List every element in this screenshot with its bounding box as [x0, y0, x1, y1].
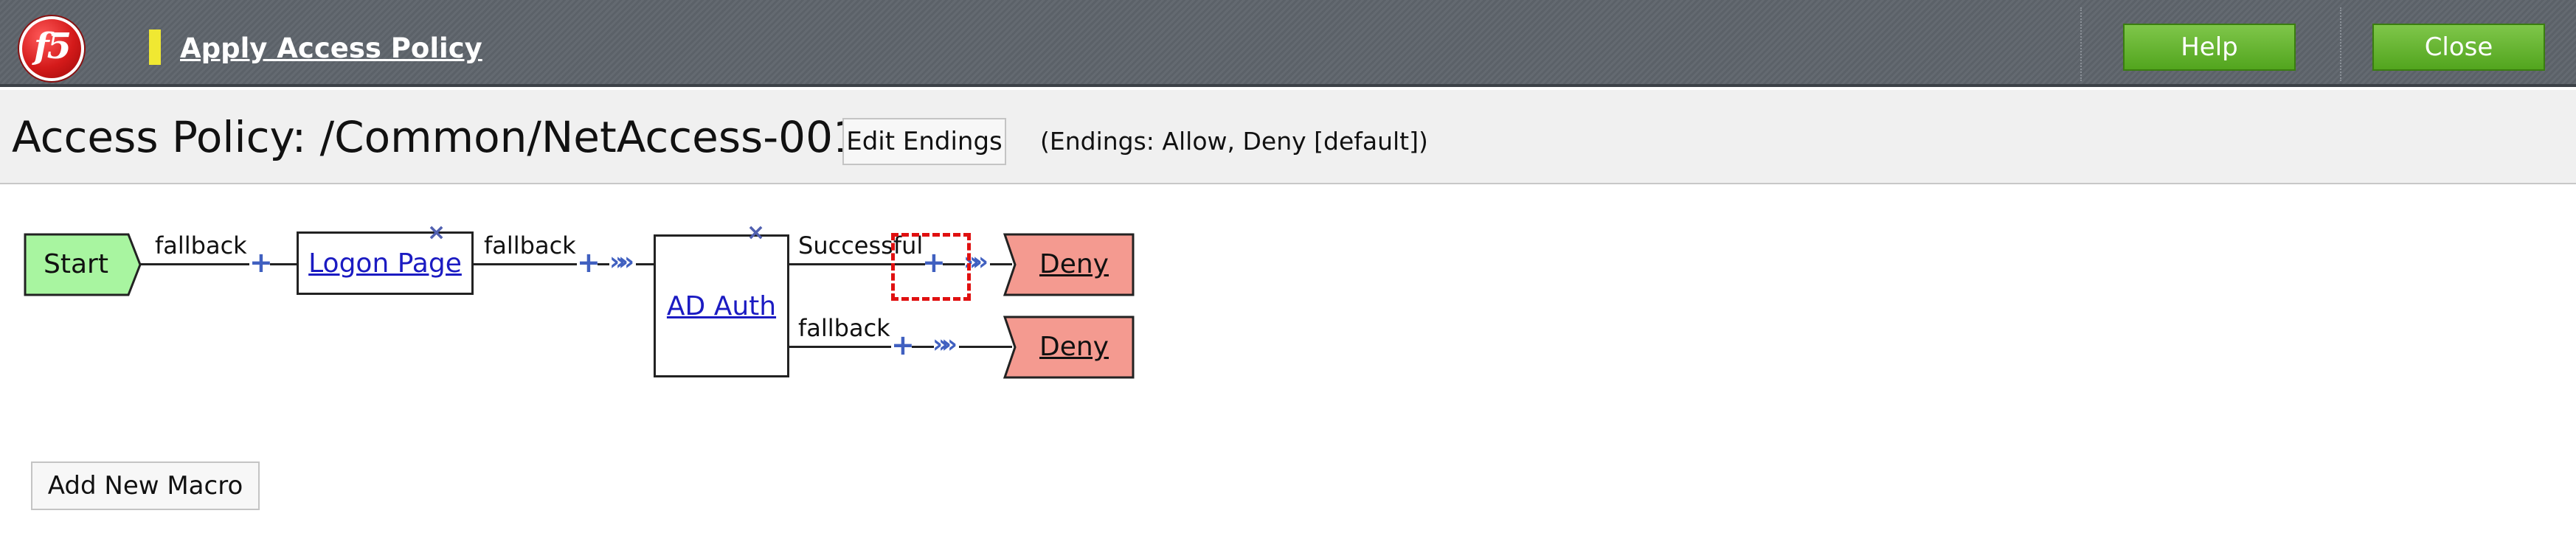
edit-endings-button[interactable]: Edit Endings: [842, 118, 1006, 165]
logo-text: f5: [33, 26, 72, 67]
add-item-icon[interactable]: +: [577, 248, 600, 276]
goto-arrow-icon: »»: [609, 247, 634, 276]
delete-icon[interactable]: ×: [427, 222, 446, 244]
add-item-icon[interactable]: +: [249, 248, 273, 276]
help-button[interactable]: Help: [2123, 24, 2296, 71]
f5-logo: f5: [19, 16, 84, 81]
logon-page-link[interactable]: Logon Page: [308, 248, 462, 279]
apply-access-policy-link[interactable]: Apply Access Policy: [180, 32, 482, 64]
ad-auth-node: AD Auth: [654, 234, 789, 377]
add-item-icon[interactable]: +: [891, 331, 915, 359]
top-bar: f5 Apply Access Policy Help Close: [0, 0, 2576, 87]
connector-line: [140, 263, 249, 265]
connector-line: [789, 346, 891, 348]
page-title: Access Policy: /Common/NetAccess-001: [12, 112, 860, 162]
divider: [2340, 7, 2341, 81]
logon-page-node: Logon Page: [297, 231, 474, 295]
deny-ending-link[interactable]: Deny: [1015, 332, 1133, 362]
close-button[interactable]: Close: [2372, 24, 2545, 71]
endings-note: (Endings: Allow, Deny [default]): [1040, 127, 1428, 156]
connector-line: [912, 346, 934, 348]
highlight-box: [891, 233, 971, 301]
deny-ending-link[interactable]: Deny: [1015, 249, 1133, 279]
connector-line: [270, 263, 298, 265]
connector-line: [598, 263, 609, 265]
start-label: Start: [44, 249, 108, 279]
delete-icon[interactable]: ×: [747, 222, 765, 244]
ad-auth-link[interactable]: AD Auth: [667, 291, 776, 321]
connector-line: [474, 263, 577, 265]
connector-line: [636, 263, 655, 265]
add-new-macro-button[interactable]: Add New Macro: [31, 461, 260, 510]
title-marker: [149, 29, 161, 65]
branch-label: fallback: [155, 231, 247, 259]
branch-label: fallback: [484, 231, 576, 259]
divider: [2080, 7, 2082, 81]
branch-label: fallback: [798, 314, 890, 342]
goto-arrow-icon: »»: [932, 330, 958, 359]
